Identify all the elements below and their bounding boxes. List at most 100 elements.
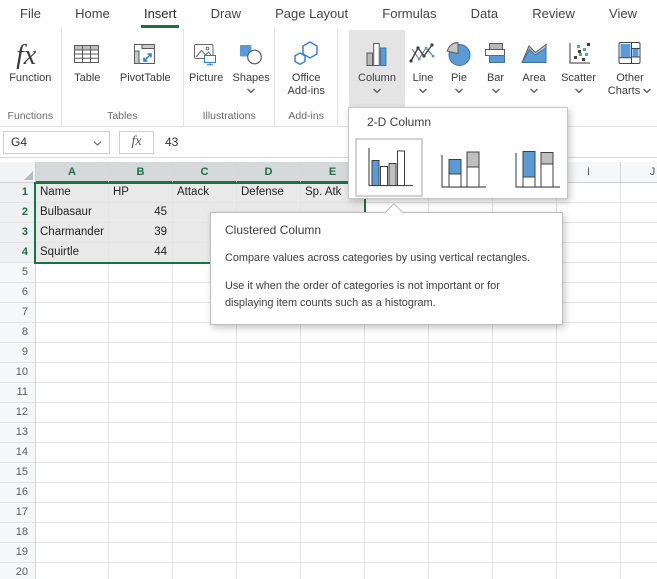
cell-A1[interactable]: Name	[36, 183, 109, 203]
cell-G9[interactable]	[429, 343, 493, 363]
cell-G14[interactable]	[429, 443, 493, 463]
cell-B5[interactable]	[109, 263, 173, 283]
cell-F8[interactable]	[365, 323, 429, 343]
row-header-16[interactable]: 16	[0, 483, 36, 503]
cell-A3[interactable]: Charmander	[36, 223, 109, 243]
cell-J19[interactable]	[621, 543, 657, 563]
cell-D12[interactable]	[237, 403, 301, 423]
insert-function-button[interactable]: fx	[119, 130, 154, 154]
cell-F17[interactable]	[365, 503, 429, 523]
cell-B18[interactable]	[109, 523, 173, 543]
cell-C14[interactable]	[173, 443, 237, 463]
cell-I8[interactable]	[557, 323, 621, 343]
cell-A12[interactable]	[36, 403, 109, 423]
cell-D13[interactable]	[237, 423, 301, 443]
cell-H20[interactable]	[493, 563, 557, 579]
cell-F19[interactable]	[365, 543, 429, 563]
row-header-20[interactable]: 20	[0, 563, 36, 579]
cell-B20[interactable]	[109, 563, 173, 579]
cell-A4[interactable]: Squirtle	[36, 243, 109, 263]
chevron-down-icon[interactable]	[246, 88, 256, 97]
cell-J10[interactable]	[621, 363, 657, 383]
cell-G16[interactable]	[429, 483, 493, 503]
cell-B1[interactable]: HP	[109, 183, 173, 203]
cell-I20[interactable]	[557, 563, 621, 579]
cell-F14[interactable]	[365, 443, 429, 463]
cell-C10[interactable]	[173, 363, 237, 383]
cell-J14[interactable]	[621, 443, 657, 463]
row-header-1[interactable]: 1	[0, 183, 36, 203]
cell-J4[interactable]	[621, 243, 657, 263]
chevron-down-icon[interactable]	[454, 88, 464, 97]
cell-D11[interactable]	[237, 383, 301, 403]
cell-B13[interactable]	[109, 423, 173, 443]
cell-E11[interactable]	[301, 383, 365, 403]
function-button[interactable]: fx Function	[1, 30, 59, 107]
column-header-D[interactable]: D	[237, 162, 301, 183]
chevron-down-icon[interactable]	[93, 135, 102, 149]
cell-J6[interactable]	[621, 283, 657, 303]
cell-B11[interactable]	[109, 383, 173, 403]
cell-D19[interactable]	[237, 543, 301, 563]
column-header-A[interactable]: A	[36, 162, 109, 183]
cell-G15[interactable]	[429, 463, 493, 483]
formula-input[interactable]: 43	[165, 135, 178, 149]
cell-F16[interactable]	[365, 483, 429, 503]
cell-E14[interactable]	[301, 443, 365, 463]
cell-H12[interactable]	[493, 403, 557, 423]
cell-F20[interactable]	[365, 563, 429, 579]
other-charts-button[interactable]: Other Charts	[603, 30, 657, 107]
cell-A18[interactable]	[36, 523, 109, 543]
cell-H13[interactable]	[493, 423, 557, 443]
cell-E18[interactable]	[301, 523, 365, 543]
row-header-18[interactable]: 18	[0, 523, 36, 543]
cell-I2[interactable]	[557, 203, 621, 223]
cell-B3[interactable]: 39	[109, 223, 173, 243]
cell-I5[interactable]	[557, 263, 621, 283]
column-chart-button[interactable]: Column	[349, 30, 405, 107]
cell-A19[interactable]	[36, 543, 109, 563]
cell-C19[interactable]	[173, 543, 237, 563]
cell-A16[interactable]	[36, 483, 109, 503]
cell-F10[interactable]	[365, 363, 429, 383]
scatter-chart-button[interactable]: Scatter	[554, 30, 603, 107]
cell-C17[interactable]	[173, 503, 237, 523]
cell-D15[interactable]	[237, 463, 301, 483]
name-box[interactable]: G4	[3, 130, 110, 154]
area-chart-button[interactable]: Area	[514, 30, 554, 107]
cell-H19[interactable]	[493, 543, 557, 563]
shapes-button[interactable]: Shapes	[228, 30, 274, 107]
cell-C18[interactable]	[173, 523, 237, 543]
pie-chart-button[interactable]: Pie	[441, 30, 477, 107]
cell-I3[interactable]	[557, 223, 621, 243]
cell-B2[interactable]: 45	[109, 203, 173, 223]
cell-J2[interactable]	[621, 203, 657, 223]
cell-E15[interactable]	[301, 463, 365, 483]
cell-G13[interactable]	[429, 423, 493, 443]
cell-E19[interactable]	[301, 543, 365, 563]
row-header-19[interactable]: 19	[0, 543, 36, 563]
row-header-6[interactable]: 6	[0, 283, 36, 303]
cell-A2[interactable]: Bulbasaur	[36, 203, 109, 223]
row-header-13[interactable]: 13	[0, 423, 36, 443]
cell-I15[interactable]	[557, 463, 621, 483]
cell-E10[interactable]	[301, 363, 365, 383]
cell-F11[interactable]	[365, 383, 429, 403]
table-button[interactable]: Table	[64, 30, 110, 107]
row-header-17[interactable]: 17	[0, 503, 36, 523]
cell-F15[interactable]	[365, 463, 429, 483]
cell-E20[interactable]	[301, 563, 365, 579]
cell-D9[interactable]	[237, 343, 301, 363]
cell-J13[interactable]	[621, 423, 657, 443]
cell-A13[interactable]	[36, 423, 109, 443]
cell-J9[interactable]	[621, 343, 657, 363]
cell-D16[interactable]	[237, 483, 301, 503]
row-header-8[interactable]: 8	[0, 323, 36, 343]
cell-H17[interactable]	[493, 503, 557, 523]
cell-I9[interactable]	[557, 343, 621, 363]
cell-I14[interactable]	[557, 443, 621, 463]
cell-H15[interactable]	[493, 463, 557, 483]
menu-tab-data[interactable]: Data	[471, 0, 498, 28]
chevron-down-icon[interactable]	[372, 88, 382, 97]
row-header-9[interactable]: 9	[0, 343, 36, 363]
